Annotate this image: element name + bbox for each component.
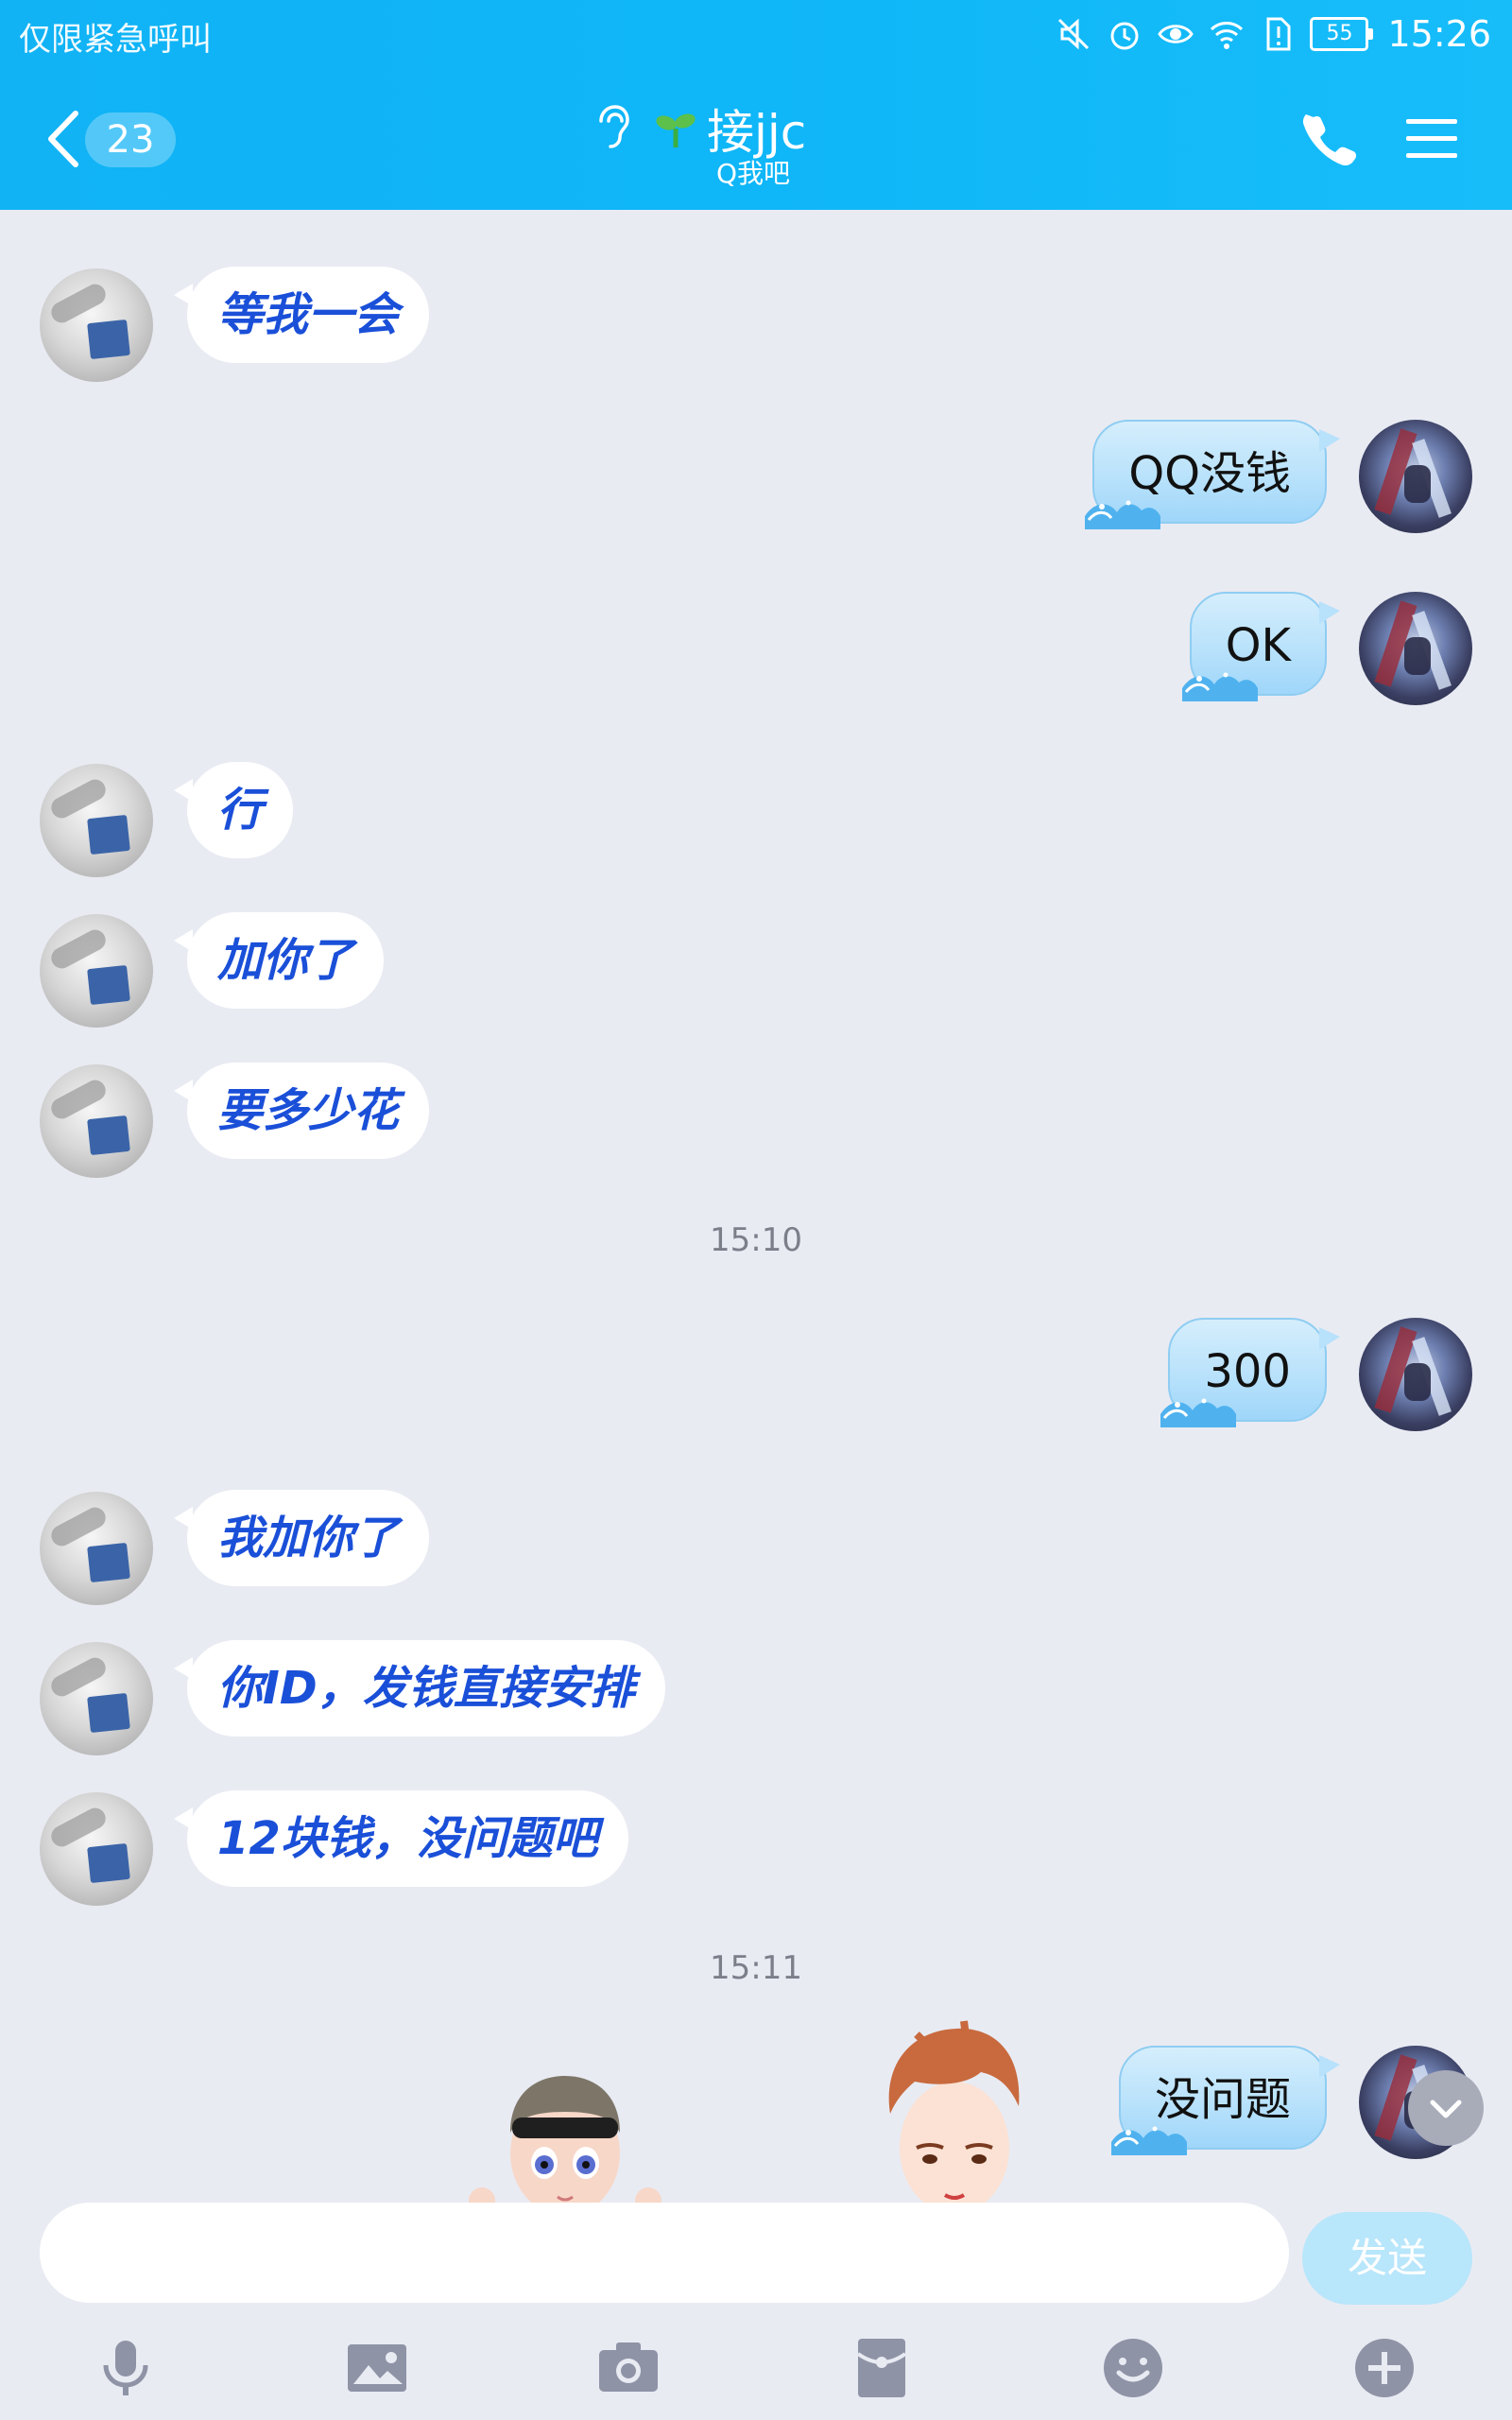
wifi-icon xyxy=(1211,22,1244,49)
wave-decoration-icon xyxy=(1085,500,1161,529)
send-button[interactable]: 发送 xyxy=(1302,2212,1472,2305)
eye-icon xyxy=(1158,25,1194,43)
timestamp: 15:10 xyxy=(710,1221,802,1259)
sim-alert-icon xyxy=(1266,17,1291,51)
outgoing-message[interactable]: OK xyxy=(1181,592,1341,701)
message-input[interactable] xyxy=(40,2203,1289,2303)
back-icon[interactable] xyxy=(40,106,87,172)
incoming-message[interactable]: 12块钱，没问题吧 xyxy=(174,1790,628,1887)
menu-icon[interactable] xyxy=(1406,115,1457,163)
mute-icon xyxy=(1058,18,1090,50)
cartoon-boy-avatar-icon[interactable] xyxy=(860,2015,1049,2203)
plus-icon[interactable] xyxy=(1351,2335,1418,2401)
image-icon[interactable] xyxy=(344,2335,410,2401)
scroll-to-bottom-button[interactable] xyxy=(1408,2070,1484,2146)
contact-avatar[interactable] xyxy=(40,764,153,877)
incoming-message[interactable]: 要多少花 xyxy=(173,1063,430,1159)
chat-header: 仅限紧急呼叫 55 15:26 23 接jjc Q我吧 xyxy=(0,0,1512,210)
mic-icon[interactable] xyxy=(93,2335,159,2401)
contact-avatar[interactable] xyxy=(40,1492,153,1605)
alarm-icon xyxy=(1110,22,1139,50)
contact-avatar[interactable] xyxy=(40,1064,153,1178)
status-bar: 仅限紧急呼叫 55 15:26 xyxy=(0,0,1512,68)
incoming-message[interactable]: 行 xyxy=(173,762,294,858)
incoming-message[interactable]: 加你了 xyxy=(173,912,385,1009)
incoming-message[interactable]: 等我一会 xyxy=(173,267,430,363)
contact-avatar[interactable] xyxy=(40,268,153,382)
battery-icon: 55 xyxy=(1310,17,1374,51)
incoming-message[interactable]: 你ID，发钱直接安排 xyxy=(174,1640,665,1737)
phone-icon[interactable] xyxy=(1302,112,1357,166)
clock: 15:26 xyxy=(1387,13,1491,55)
status-icons: 55 15:26 xyxy=(1055,11,1491,57)
outgoing-message[interactable]: 没问题 xyxy=(1110,2046,1341,2155)
my-avatar[interactable] xyxy=(1359,592,1472,705)
wave-decoration-icon xyxy=(1110,2126,1187,2155)
input-toolbar xyxy=(0,2325,1512,2420)
contact-status: Q我吧 xyxy=(716,158,791,189)
wave-decoration-icon xyxy=(1160,1398,1237,1427)
emoji-icon[interactable] xyxy=(1100,2335,1166,2401)
contact-avatar[interactable] xyxy=(40,1642,153,1755)
carrier-text: 仅限紧急呼叫 xyxy=(19,21,212,59)
ear-icon[interactable] xyxy=(592,102,629,151)
my-avatar[interactable] xyxy=(1359,1318,1472,1431)
red-packet-icon[interactable] xyxy=(849,2335,915,2401)
timestamp: 15:11 xyxy=(710,1949,802,1987)
message-list[interactable]: 等我一会 QQ没钱 OK 行 加你了 要多少花 15:10 300 我加你了 你… xyxy=(0,210,1512,2203)
my-avatar[interactable] xyxy=(1359,420,1472,533)
sprout-icon xyxy=(656,113,696,147)
camera-icon[interactable] xyxy=(595,2335,662,2401)
outgoing-message[interactable]: 300 xyxy=(1160,1318,1340,1427)
unread-count-badge[interactable]: 23 xyxy=(85,112,176,167)
input-bar: 发送 xyxy=(0,2203,1512,2420)
incoming-message[interactable]: 我加你了 xyxy=(173,1490,430,1586)
contact-avatar[interactable] xyxy=(40,914,153,1028)
outgoing-message[interactable]: QQ没钱 xyxy=(1085,420,1340,529)
wave-decoration-icon xyxy=(1181,672,1258,701)
contact-avatar[interactable] xyxy=(40,1792,153,1906)
cartoon-girl-avatar-icon[interactable] xyxy=(461,2059,669,2203)
contact-title[interactable]: 接jjc Q我吧 xyxy=(586,95,926,189)
chevron-down-icon xyxy=(1430,2100,1462,2118)
